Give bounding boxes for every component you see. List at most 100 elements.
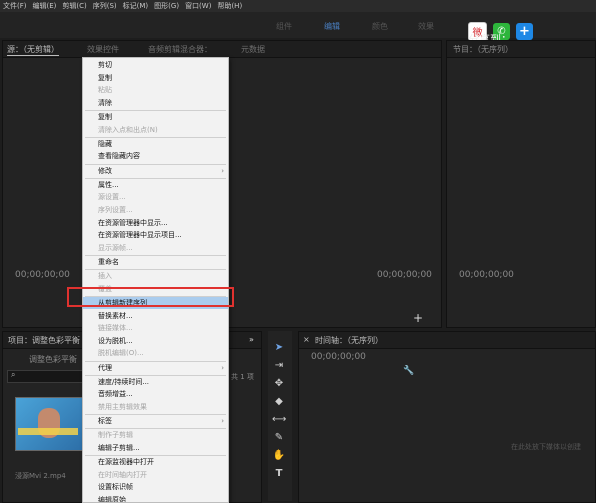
menu-item-label: 脱机编辑(O)... [98, 349, 144, 358]
tab-timeline[interactable]: 时间轴：（无序列） [315, 335, 383, 346]
menu-item[interactable]: 剪切 [83, 59, 228, 71]
menu-item[interactable]: 链接媒体... [83, 322, 228, 334]
menu-item[interactable]: 设为脱机... [83, 335, 228, 347]
tab-project[interactable]: 项目：调整色彩平衡 [8, 335, 80, 346]
menu-item[interactable]: 编辑原始 [83, 494, 228, 503]
workspace-assembly[interactable]: 组件 [276, 21, 292, 32]
more-share-icon[interactable]: + [516, 23, 533, 40]
menu-item[interactable]: 粘贴 [83, 84, 228, 96]
menu-item-label: 禁用主剪辑效果 [98, 403, 147, 411]
menu-window[interactable]: 窗口(W) [182, 0, 214, 12]
thumbnail-caption [18, 428, 78, 435]
menu-item[interactable]: 复制 [83, 111, 228, 123]
menu-item[interactable]: 查看隐藏内容 [83, 150, 228, 162]
menu-item[interactable]: 序列设置... [83, 204, 228, 216]
workspace-color[interactable]: 颜色 [372, 21, 388, 32]
menu-item-label: 属性... [98, 180, 119, 189]
menu-item[interactable]: 在资源管理器中显示... [83, 217, 228, 229]
menu-item-label: 替换素材... [98, 311, 133, 320]
type-tool-icon[interactable]: T [272, 467, 286, 481]
source-timecode[interactable]: 00;00;00;00 [15, 270, 70, 280]
menu-item-label: 清除入点和出点(N) [98, 125, 158, 134]
menu-file[interactable]: 文件(F) [0, 0, 30, 12]
menu-item-label: 编辑原始 [98, 496, 126, 503]
add-button-icon[interactable]: + [413, 311, 423, 325]
clip-name[interactable]: 浸源Mvi 2.mp4 [15, 471, 66, 481]
workspace-editing[interactable]: 编辑 [324, 21, 340, 32]
menu-item-label: 源设置... [98, 193, 126, 202]
menu-sequence[interactable]: 序列(S) [90, 0, 120, 12]
chevron-right-icon: › [221, 166, 224, 175]
menu-clip[interactable]: 剪辑(C) [59, 0, 89, 12]
menu-item[interactable]: 音频增益... [83, 388, 228, 400]
menu-item-label: 标签 [98, 417, 112, 426]
menu-item[interactable]: 在资源管理器中显示项目... [83, 229, 228, 241]
tab-effect-controls[interactable]: 效果控件 [87, 44, 119, 55]
menu-item-label: 序列设置... [98, 206, 133, 214]
menu-item[interactable]: 清除入点和出点(N) [83, 124, 228, 136]
menu-item[interactable]: 显示源帧... [83, 242, 228, 254]
menu-item[interactable]: 修改 › [83, 165, 228, 177]
program-timecode[interactable]: 00;00;00;00 [459, 270, 514, 280]
tab-audio-mixer[interactable]: 音频剪辑混合器： [148, 44, 212, 55]
menu-graphics[interactable]: 图形(G) [151, 0, 182, 12]
search-icon: ⌕ [11, 370, 16, 379]
slip-tool-icon[interactable]: ⟷ [272, 413, 286, 427]
menu-item[interactable]: 插入 [83, 270, 228, 282]
menu-item[interactable]: 代理 › [83, 362, 228, 374]
razor-tool-icon[interactable]: ◆ [272, 395, 286, 409]
menu-item[interactable]: 标签 › [83, 415, 228, 427]
highlight-annotation-box [67, 287, 234, 307]
menu-item-label: 速度/持续时间... [98, 377, 150, 386]
menu-item-label: 粘贴 [98, 86, 112, 95]
workspace-effects[interactable]: 效果 [418, 21, 434, 32]
menu-item-label: 清除 [98, 98, 112, 107]
menu-item[interactable]: 隐藏 [83, 138, 228, 150]
timeline-panel-tabs: × 时间轴：（无序列） [299, 332, 595, 349]
source-timecode-right[interactable]: 00;00;00;00 [377, 270, 432, 280]
menu-item-label: 音频增益... [98, 390, 133, 399]
menu-marker[interactable]: 标记(M) [120, 0, 152, 12]
menu-item[interactable]: 禁用主剪辑效果 [83, 401, 228, 413]
tools-panel: ➤ ⇥ ✥ ◆ ⟷ ✎ ✋ T [268, 331, 292, 501]
menu-item[interactable]: 速度/持续时间... [83, 376, 228, 388]
search-input[interactable]: ⌕ [7, 370, 83, 383]
menu-item[interactable]: 脱机编辑(O)... [83, 347, 228, 359]
pen-tool-icon[interactable]: ✎ [272, 431, 286, 445]
share-bar: 分享到： 微 ✆ + [468, 22, 533, 46]
menu-item-label: 修改 [98, 166, 112, 175]
close-icon[interactable]: × [303, 335, 310, 344]
clip-thumbnail[interactable] [15, 397, 83, 451]
menu-item[interactable]: 重命名 [83, 256, 228, 268]
ripple-edit-tool-icon[interactable]: ✥ [272, 377, 286, 391]
program-panel-tabs: 节目：（无序列） [447, 41, 595, 58]
menu-item[interactable]: 源设置... [83, 191, 228, 203]
timeline-timecode[interactable]: 00;00;00;00 [311, 352, 366, 362]
menu-item-label: 代理 [98, 363, 112, 372]
menu-item-label: 复制 [98, 113, 112, 121]
tab-program[interactable]: 节目：（无序列） [453, 44, 513, 55]
selection-tool-icon[interactable]: ➤ [272, 341, 286, 355]
menu-item[interactable]: 编辑子剪辑... [83, 442, 228, 454]
menu-item-label: 查看隐藏内容 [98, 152, 140, 161]
menu-item[interactable]: 替换素材... [83, 310, 228, 322]
menu-item-label: 在时间轴内打开 [98, 470, 147, 479]
tab-source[interactable]: 源：（无剪辑） [7, 44, 59, 56]
menu-item[interactable]: 制作子剪辑 [83, 429, 228, 441]
menu-item[interactable]: 复制 [83, 72, 228, 84]
menu-item[interactable]: 设置标识帧 [83, 481, 228, 493]
panel-expand-icon[interactable]: » [249, 335, 254, 344]
hand-tool-icon[interactable]: ✋ [272, 449, 286, 463]
menu-item[interactable]: 清除 [83, 97, 228, 109]
timeline-drop-hint: 在此处放下媒体以创建 [511, 443, 581, 451]
menu-bar: 文件(F) 编辑(E) 剪辑(C) 序列(S) 标记(M) 图形(G) 窗口(W… [0, 0, 596, 12]
menu-item[interactable]: 在源监视器中打开 [83, 456, 228, 468]
menu-help[interactable]: 帮助(H) [214, 0, 245, 12]
menu-item[interactable]: 在时间轴内打开 [83, 469, 228, 481]
tab-metadata[interactable]: 元数据 [241, 44, 265, 55]
menu-item[interactable]: 属性... [83, 179, 228, 191]
wrench-icon[interactable]: 🔧 [403, 366, 414, 376]
menu-item-label: 在资源管理器中显示项目... [98, 231, 182, 240]
menu-edit[interactable]: 编辑(E) [30, 0, 60, 12]
track-select-tool-icon[interactable]: ⇥ [272, 359, 286, 373]
